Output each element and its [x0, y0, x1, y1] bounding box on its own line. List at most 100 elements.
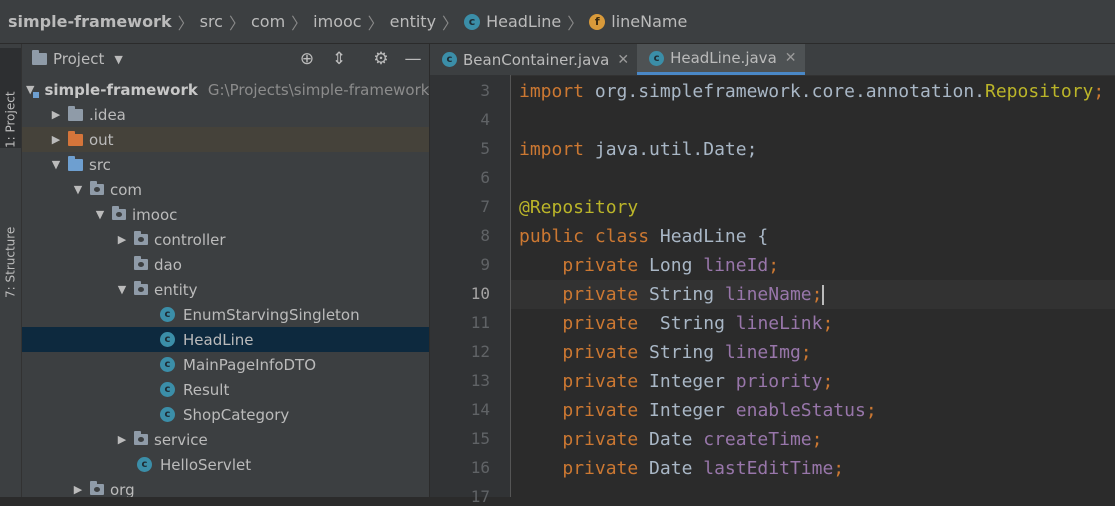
folder-icon [32, 50, 47, 65]
package-icon [90, 181, 104, 195]
collapsed-arrow-icon[interactable]: ▶ [114, 233, 130, 246]
locate-icon[interactable]: ⊕ [296, 48, 318, 70]
field-name: lineImg [724, 342, 801, 363]
tree-item-shopcategory[interactable]: c ShopCategory [22, 402, 429, 427]
package-icon [134, 431, 148, 445]
gear-icon[interactable]: ⚙ [370, 48, 392, 70]
code-text: ; [1093, 81, 1105, 102]
keyword: private [562, 458, 639, 479]
close-icon[interactable]: ✕ [785, 50, 797, 66]
tree-item-com[interactable]: ▼ com [22, 177, 429, 202]
project-panel-header: Project ▼ ⊕ ⇕ ⚙ — [22, 44, 429, 74]
tree-item-out[interactable]: ▶ out [22, 127, 429, 152]
project-view-selector[interactable]: Project ▼ [32, 50, 123, 68]
editor-tabs: c BeanContainer.java ✕ c HeadLine.java ✕ [430, 44, 1115, 76]
tree-item-simple-framework[interactable]: ▼ simple-framework G:\Projects\simple-fr… [22, 77, 429, 102]
keyword: import [519, 139, 585, 160]
code-line[interactable]: private String lineImg; [511, 338, 1115, 367]
collapsed-arrow-icon[interactable]: ▶ [48, 133, 64, 146]
tree-item-imooc[interactable]: ▼ imooc [22, 202, 429, 227]
code-editor[interactable]: import org.simpleframework.core.annotati… [511, 75, 1115, 497]
tab-headline[interactable]: c HeadLine.java ✕ [637, 44, 805, 75]
expanded-arrow-icon[interactable]: ▼ [92, 208, 108, 221]
tree-item-result[interactable]: c Result [22, 377, 429, 402]
line-number: 13 [470, 371, 490, 390]
class-icon: c [160, 332, 175, 347]
editor-area: c BeanContainer.java ✕ c HeadLine.java ✕… [430, 44, 1115, 506]
collapse-all-icon[interactable]: ⇕ [328, 48, 350, 70]
breadcrumb-project[interactable]: simple-framework [8, 12, 172, 31]
tree-item-src[interactable]: ▼ src [22, 152, 429, 177]
code-text: HeadLine { [649, 226, 769, 247]
project-tool-tab[interactable]: 1: Project [0, 48, 21, 148]
tree-item-label: src [89, 155, 111, 174]
package-icon [90, 481, 104, 495]
code-line[interactable]: private String lineLink; [511, 309, 1115, 338]
tree-item-enumstarvingsingleton[interactable]: c EnumStarvingSingleton [22, 302, 429, 327]
tree-item-label: imooc [132, 205, 178, 224]
breadcrumb-field[interactable]: f lineName [589, 12, 687, 31]
code-text: org.simpleframework.core.annotation. [584, 81, 985, 102]
tree-item-label: simple-framework [44, 80, 198, 99]
code-line[interactable]: private Long lineId; [511, 251, 1115, 280]
breadcrumb-entity[interactable]: entity [390, 12, 436, 31]
package-icon [134, 231, 148, 245]
code-line[interactable]: private Integer priority; [511, 367, 1115, 396]
tree-item-dao[interactable]: ▶ dao [22, 252, 429, 277]
breadcrumb-imooc[interactable]: imooc [313, 12, 361, 31]
expanded-arrow-icon[interactable]: ▼ [48, 158, 64, 171]
expanded-arrow-icon[interactable]: ▼ [114, 283, 130, 296]
line-number-current: 10 [470, 284, 490, 303]
minimize-icon[interactable]: — [402, 48, 424, 70]
code-line[interactable]: private Date createTime; [511, 425, 1115, 454]
tree-item-org[interactable]: ▶ org [22, 477, 429, 498]
keyword: private [562, 429, 639, 450]
code-line-current[interactable]: private String lineName; [511, 280, 1115, 309]
semicolon: ; [811, 284, 823, 305]
class-icon: c [464, 13, 481, 30]
code-line[interactable]: private Date lastEditTime; [511, 454, 1115, 483]
line-number: 4 [480, 110, 490, 129]
code-line[interactable]: private Integer enableStatus; [511, 396, 1115, 425]
expanded-arrow-icon[interactable]: ▼ [70, 183, 86, 196]
chevron-right-icon: 〉 [367, 13, 384, 33]
tree-item-controller[interactable]: ▶ controller [22, 227, 429, 252]
semicolon: ; [811, 429, 823, 450]
tree-item-label: controller [154, 230, 226, 249]
code-line[interactable]: import org.simpleframework.core.annotati… [511, 77, 1115, 106]
field-name: lastEditTime [703, 458, 834, 479]
chevron-right-icon: 〉 [228, 13, 245, 33]
tab-label: HeadLine.java [670, 49, 777, 67]
tree-item-label: org [110, 480, 135, 498]
tab-beancontainer[interactable]: c BeanContainer.java ✕ [430, 44, 637, 75]
type-name: Long [638, 255, 704, 276]
tree-item-idea[interactable]: ▶ .idea [22, 102, 429, 127]
code-text: java.util.Date; [584, 139, 758, 160]
tree-item-headline[interactable]: c HeadLine [22, 327, 429, 352]
collapsed-arrow-icon[interactable]: ▶ [114, 433, 130, 446]
breadcrumb-src[interactable]: src [200, 12, 223, 31]
text-caret [822, 285, 825, 305]
code-line[interactable]: import java.util.Date; [511, 135, 1115, 164]
tree-item-label: service [154, 430, 208, 449]
tree-item-label: HelloServlet [160, 455, 252, 474]
excluded-folder-icon [68, 130, 83, 146]
breadcrumb-com[interactable]: com [251, 12, 285, 31]
chevron-right-icon: 〉 [291, 13, 308, 33]
breadcrumb-class[interactable]: c HeadLine [464, 12, 561, 31]
line-number-gutter[interactable]: 3 4 5 6 7 8 9 10 11 12 13 14 15 16 17 [430, 75, 511, 506]
line-number: 15 [470, 429, 490, 448]
tree-item-service[interactable]: ▶ service [22, 427, 429, 452]
code-line[interactable]: public class HeadLine { [511, 222, 1115, 251]
field-name: createTime [703, 429, 812, 450]
tree-item-entity[interactable]: ▼ entity [22, 277, 429, 302]
collapsed-arrow-icon[interactable]: ▶ [48, 108, 64, 121]
close-icon[interactable]: ✕ [617, 52, 629, 68]
structure-tool-tab[interactable]: 7: Structure [0, 158, 21, 298]
tree-item-mainpageinfodto[interactable]: c MainPageInfoDTO [22, 352, 429, 377]
collapsed-arrow-icon[interactable]: ▶ [70, 483, 86, 496]
tree-item-helloservlet[interactable]: c HelloServlet [22, 452, 429, 477]
package-icon [112, 206, 126, 220]
type-name: String [638, 342, 725, 363]
code-line[interactable]: @Repository [511, 193, 1115, 222]
